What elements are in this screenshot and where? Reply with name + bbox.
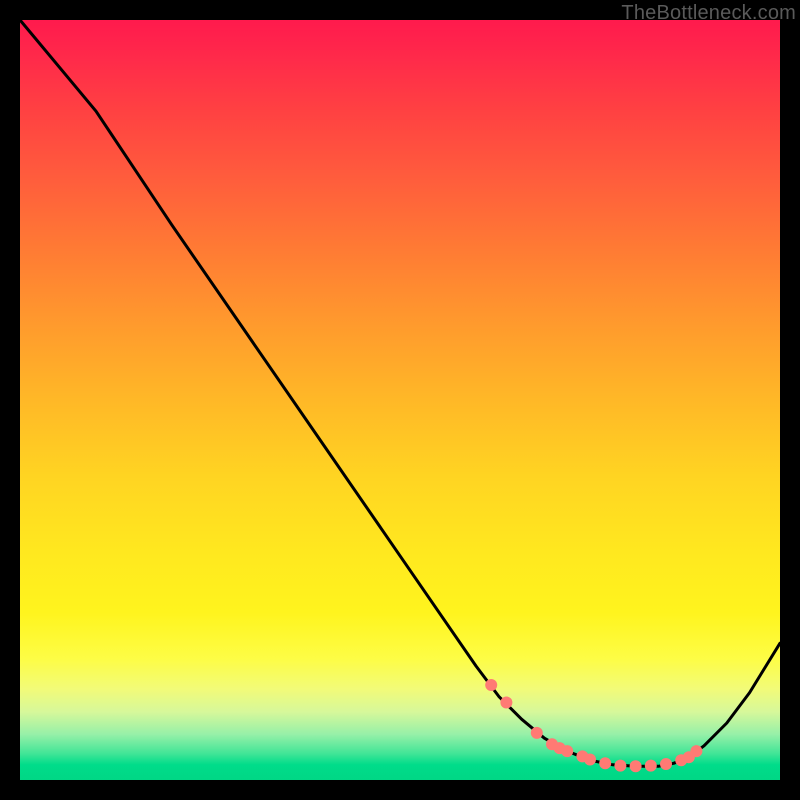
highlight-dot: [614, 760, 626, 772]
highlight-dot: [485, 679, 497, 691]
highlight-dots-group: [485, 679, 702, 772]
highlight-dot: [531, 727, 543, 739]
highlight-dot: [630, 760, 642, 772]
chart-svg: [20, 20, 780, 780]
highlight-dot: [500, 697, 512, 709]
highlight-dot: [599, 757, 611, 769]
highlight-dot: [561, 745, 573, 757]
highlight-dot: [660, 758, 672, 770]
highlight-dot: [584, 754, 596, 766]
watermark-text: TheBottleneck.com: [621, 2, 796, 25]
highlight-dot: [645, 760, 657, 772]
highlight-dot: [690, 745, 702, 757]
bottleneck-curve-line: [20, 20, 780, 766]
